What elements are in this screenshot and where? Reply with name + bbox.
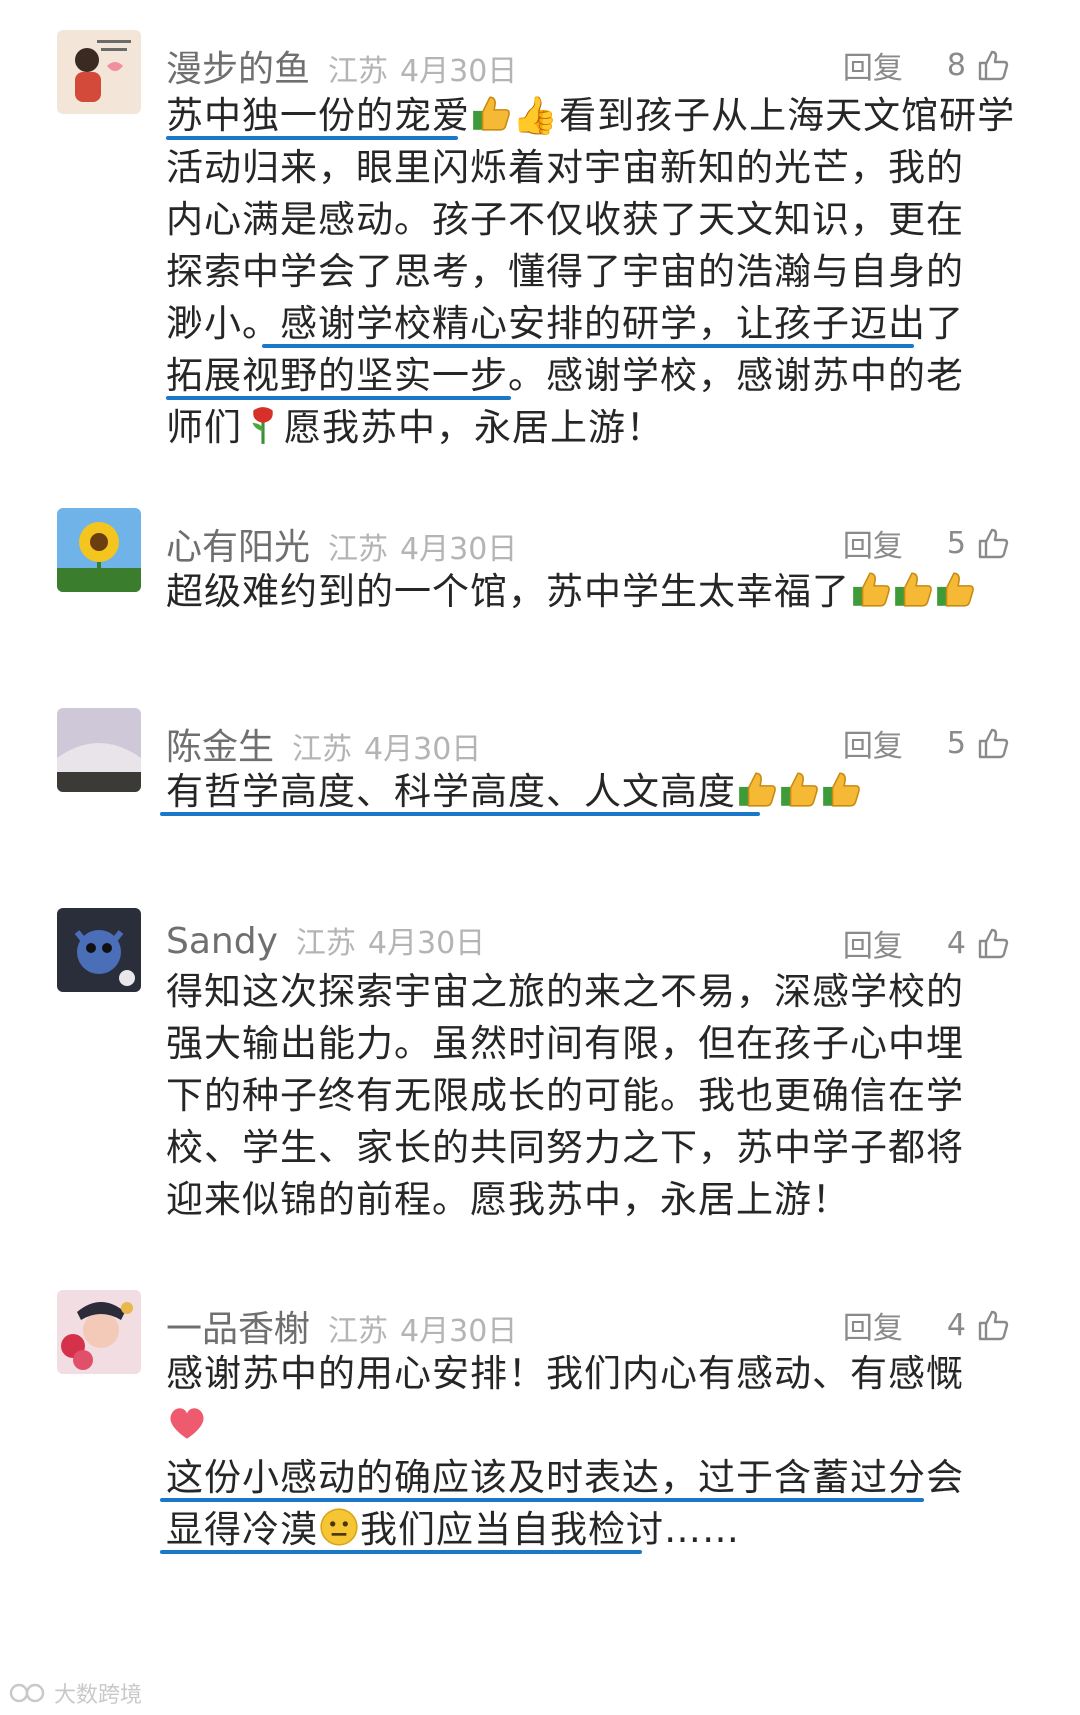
date: 4月30日 — [367, 926, 486, 961]
location: 江苏 — [295, 926, 356, 961]
like-count: 4 — [946, 925, 966, 961]
reply-button[interactable]: 回复 — [843, 521, 903, 565]
neutral-face-emoji-icon — [320, 1508, 358, 1546]
reply-button[interactable]: 回复 — [843, 921, 903, 965]
thumbs-up-icon[interactable] — [976, 48, 1010, 82]
like-count: 8 — [946, 47, 966, 83]
thumbs-up-emoji-icon — [739, 772, 776, 807]
thumbs-up-emoji-icon — [473, 96, 510, 131]
date: 4月30日 — [364, 732, 482, 767]
avatar[interactable] — [57, 708, 141, 792]
location: 江苏 — [328, 54, 389, 89]
user-name[interactable]: 漫步的鱼 — [166, 40, 310, 92]
date: 4月30日 — [400, 54, 518, 89]
date: 4月30日 — [400, 532, 518, 567]
thumbs-up-icon[interactable] — [976, 926, 1010, 960]
like-count: 4 — [946, 1307, 966, 1343]
comment-text: 得知这次探索宇宙之旅的来之不易，深感学校的 强大输出能力。虽然时间有限，但在孩子… — [166, 970, 964, 1221]
avatar[interactable] — [57, 30, 141, 114]
thumbs-up-icon[interactable] — [976, 1308, 1010, 1342]
reply-button[interactable]: 回复 — [843, 43, 903, 87]
location: 江苏 — [292, 732, 353, 767]
comment-text: 感谢苏中的用心安排！我们内心有感动、有感慨 这份小感动的确应该及时表达，过于含蓄… — [160, 1348, 1001, 1556]
thumbs-up-emoji-icon — [823, 772, 860, 807]
thumbs-up-emoji-icon — [937, 572, 974, 607]
watermark-logo-icon — [9, 1683, 45, 1703]
user-name[interactable]: Sandy — [166, 921, 278, 962]
avatar[interactable] — [57, 508, 141, 592]
avatar[interactable] — [57, 1290, 141, 1374]
like-count: 5 — [946, 525, 966, 561]
comment-text: 苏中独一份的宠爱 👍看到孩子从上海天文馆研学 活动归来，眼里闪烁着对宇宙新知的光芒… — [166, 94, 1016, 449]
watermark-text: 大数跨境 — [54, 1683, 143, 1708]
thumbs-up-emoji-icon — [781, 772, 818, 807]
user-name[interactable]: 心有阳光 — [166, 518, 310, 570]
location: 江苏 — [328, 1314, 389, 1349]
rose-emoji-icon — [252, 407, 273, 444]
like-count: 5 — [946, 725, 966, 761]
user-name[interactable]: 陈金生 — [166, 718, 274, 770]
thumbs-up-emoji-icon — [853, 572, 890, 607]
user-name[interactable]: 一品香榭 — [166, 1300, 310, 1352]
reply-button[interactable]: 回复 — [843, 721, 903, 765]
avatar[interactable] — [57, 908, 141, 992]
thumbs-up-icon[interactable] — [976, 726, 1010, 760]
watermark: 大数跨境 — [8, 1677, 142, 1709]
heart-emoji-icon — [170, 1408, 204, 1439]
location: 江苏 — [328, 532, 389, 567]
date: 4月30日 — [400, 1314, 518, 1349]
reply-button[interactable]: 回复 — [843, 1303, 903, 1347]
comment-text: 超级难约到的一个馆，苏中学生太幸福了 — [166, 566, 1066, 618]
comment-text: 有哲学高度、科学高度、人文高度 — [160, 766, 1066, 818]
thumbs-up-emoji-icon — [895, 572, 932, 607]
thumbs-up-icon[interactable] — [976, 526, 1010, 560]
